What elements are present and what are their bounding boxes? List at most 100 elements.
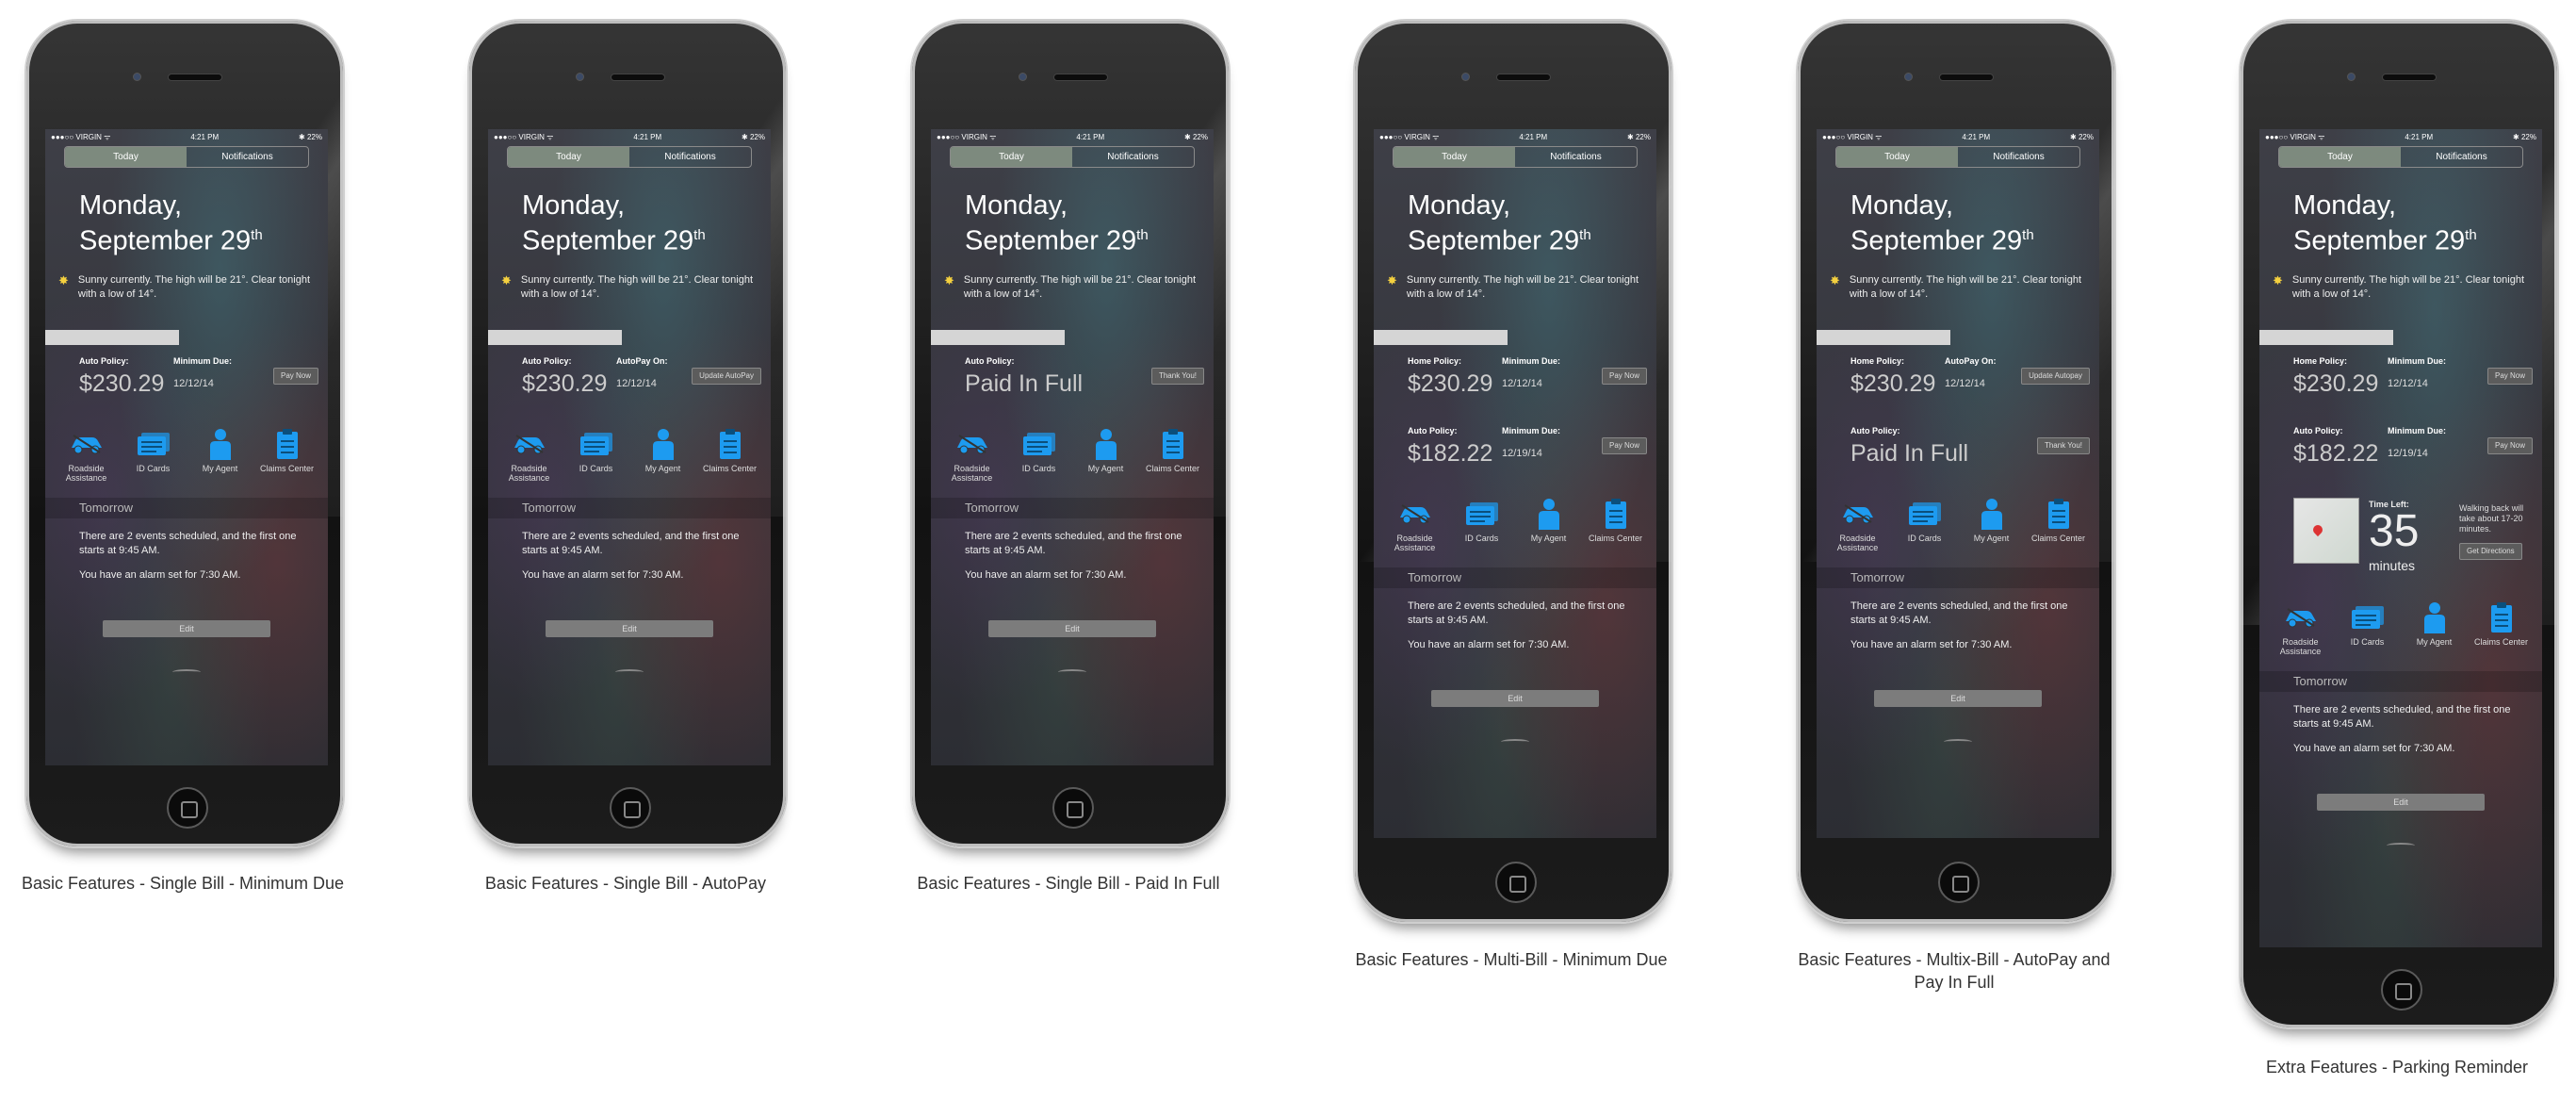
alarm-summary: You have an alarm set for 7:30 AM. [79, 568, 241, 581]
id-cards-button[interactable]: ID Cards [1895, 498, 1955, 567]
tab-notifications[interactable]: Notifications [1958, 147, 2079, 167]
map-thumbnail[interactable] [2293, 497, 2359, 564]
widget-header-bar [1374, 329, 1508, 345]
bill-action-button[interactable]: Pay Now [1601, 367, 1647, 385]
tab-notifications[interactable]: Notifications [1515, 147, 1637, 167]
events-summary: There are 2 events scheduled, and the fi… [522, 530, 740, 556]
my-agent-button[interactable]: My Agent [633, 428, 693, 498]
mockup-multi-bill-minimum-due: ●●●○○ VIRGIN ᯤ 4:21 PM ✱ 22% Today Notif… [1353, 19, 1679, 1056]
view-switcher: Today Notifications [507, 146, 752, 168]
roadside-assistance-button[interactable]: Roadside Assistance [1828, 498, 1888, 567]
edit-button[interactable]: Edit [988, 619, 1156, 637]
carrier-label: ●●●○○ VIRGIN ᯤ [494, 132, 554, 141]
mockup-single-bill-paid-in-full: ●●●○○ VIRGIN ᯤ 4:21 PM ✱ 22% Today Notif… [910, 19, 1236, 1056]
roadside-assistance-button[interactable]: Roadside Assistance [499, 428, 560, 498]
home-button[interactable] [1495, 861, 1537, 903]
person-icon [1978, 498, 2006, 530]
get-directions-button[interactable]: Get Directions [2459, 542, 2522, 560]
sun-icon: ✸ [501, 272, 512, 288]
tab-today[interactable]: Today [508, 147, 629, 167]
side-button [273, 21, 307, 23]
widget-header-bar [931, 329, 1065, 345]
tab-today[interactable]: Today [1836, 147, 1958, 167]
edit-button[interactable]: Edit [1431, 689, 1599, 707]
home-button[interactable] [610, 787, 651, 829]
tab-notifications[interactable]: Notifications [187, 147, 308, 167]
policy-label: Auto Policy: [79, 355, 129, 366]
camera-lens [133, 73, 141, 81]
home-button[interactable] [1938, 861, 1980, 903]
claims-center-button[interactable]: Claims Center [1586, 498, 1646, 567]
events-summary: There are 2 events scheduled, and the fi… [1850, 600, 2068, 626]
claims-center-button[interactable]: Claims Center [2471, 601, 2532, 671]
my-agent-button[interactable]: My Agent [190, 428, 251, 498]
pull-up-handle[interactable] [1944, 738, 1972, 745]
pull-up-handle[interactable] [615, 668, 644, 675]
bill-action-button[interactable]: Pay Now [2486, 367, 2533, 385]
roadside-assistance-button[interactable]: Roadside Assistance [2271, 601, 2331, 671]
car-icon [511, 428, 548, 460]
bill-action-button[interactable]: Update Autopay [2021, 367, 2090, 385]
pull-up-handle[interactable] [2387, 842, 2415, 848]
id-cards-button[interactable]: ID Cards [1452, 498, 1512, 567]
id-cards-button[interactable]: ID Cards [1009, 428, 1069, 498]
bill-action-button[interactable]: Pay Now [272, 367, 318, 385]
edit-button[interactable]: Edit [103, 619, 270, 637]
tab-today[interactable]: Today [2279, 147, 2401, 167]
pull-up-handle[interactable] [1058, 668, 1086, 675]
bill-action-button[interactable]: Update AutoPay [692, 367, 761, 385]
edit-button[interactable]: Edit [546, 619, 713, 637]
side-button [1602, 21, 1636, 23]
id-cards-button[interactable]: ID Cards [123, 428, 184, 498]
time-label: 4:21 PM [190, 132, 220, 141]
events-summary: There are 2 events scheduled, and the fi… [1408, 600, 1625, 626]
claims-center-button[interactable]: Claims Center [257, 428, 318, 498]
caption-parking-reminder: Extra Features - Parking Reminder [2265, 1058, 2529, 1076]
pull-up-handle[interactable] [1501, 738, 1529, 745]
roadside-assistance-button[interactable]: Roadside Assistance [942, 428, 1003, 498]
tab-today[interactable]: Today [951, 147, 1072, 167]
notification-center-screen: ●●●○○ VIRGIN ᯤ 4:21 PM ✱ 22% Today Notif… [1374, 129, 1656, 838]
camera-lens [576, 73, 584, 81]
id-cards-button[interactable]: ID Cards [2338, 601, 2398, 671]
claims-center-button[interactable]: Claims Center [1143, 428, 1203, 498]
earpiece-speaker [168, 74, 222, 81]
my-agent-button[interactable]: My Agent [1519, 498, 1579, 567]
due-label: Minimum Due: [2388, 425, 2446, 435]
tab-notifications[interactable]: Notifications [629, 147, 751, 167]
claims-center-button[interactable]: Claims Center [2029, 498, 2089, 567]
home-button[interactable] [167, 787, 208, 829]
bill-action-button[interactable]: Thank You! [2036, 436, 2090, 454]
tab-today[interactable]: Today [65, 147, 187, 167]
bill-row: Auto Policy: Minimum Due: $182.22 12/19/… [1374, 415, 1656, 485]
claims-center-button[interactable]: Claims Center [700, 428, 760, 498]
tab-notifications[interactable]: Notifications [1072, 147, 1194, 167]
my-agent-button[interactable]: My Agent [2405, 601, 2465, 671]
bill-action-button[interactable]: Pay Now [2486, 436, 2533, 454]
car-icon [1839, 498, 1877, 530]
weather-summary: ✸ Sunny currently. The high will be 21°.… [1387, 273, 1656, 302]
bill-action-button[interactable]: Pay Now [1601, 436, 1647, 454]
my-agent-button[interactable]: My Agent [1962, 498, 2022, 567]
home-button[interactable] [1052, 787, 1094, 829]
due-date: 12/19/14 [2388, 447, 2428, 459]
date-heading: Monday, September 29th [1850, 190, 2034, 256]
tab-notifications[interactable]: Notifications [2401, 147, 2522, 167]
id-cards-button[interactable]: ID Cards [566, 428, 627, 498]
clipboard-icon [2046, 498, 2071, 530]
roadside-assistance-button[interactable]: Roadside Assistance [1385, 498, 1445, 567]
roadside-assistance-button[interactable]: Roadside Assistance [57, 428, 117, 498]
car-icon [68, 428, 106, 460]
tab-today[interactable]: Today [1394, 147, 1515, 167]
edit-button[interactable]: Edit [1874, 689, 2042, 707]
time-label: 4:21 PM [1962, 132, 1991, 141]
id-cards-icon [1021, 428, 1057, 460]
person-icon [206, 428, 235, 460]
bill-action-button[interactable]: Thank You! [1150, 367, 1204, 385]
home-button[interactable] [2381, 968, 2422, 1011]
phone-frame: ●●●○○ VIRGIN ᯤ 4:21 PM ✱ 22% Today Notif… [467, 19, 788, 848]
pull-up-handle[interactable] [172, 668, 201, 675]
widget-header-bar [488, 329, 622, 345]
edit-button[interactable]: Edit [2317, 793, 2485, 811]
my-agent-button[interactable]: My Agent [1076, 428, 1136, 498]
